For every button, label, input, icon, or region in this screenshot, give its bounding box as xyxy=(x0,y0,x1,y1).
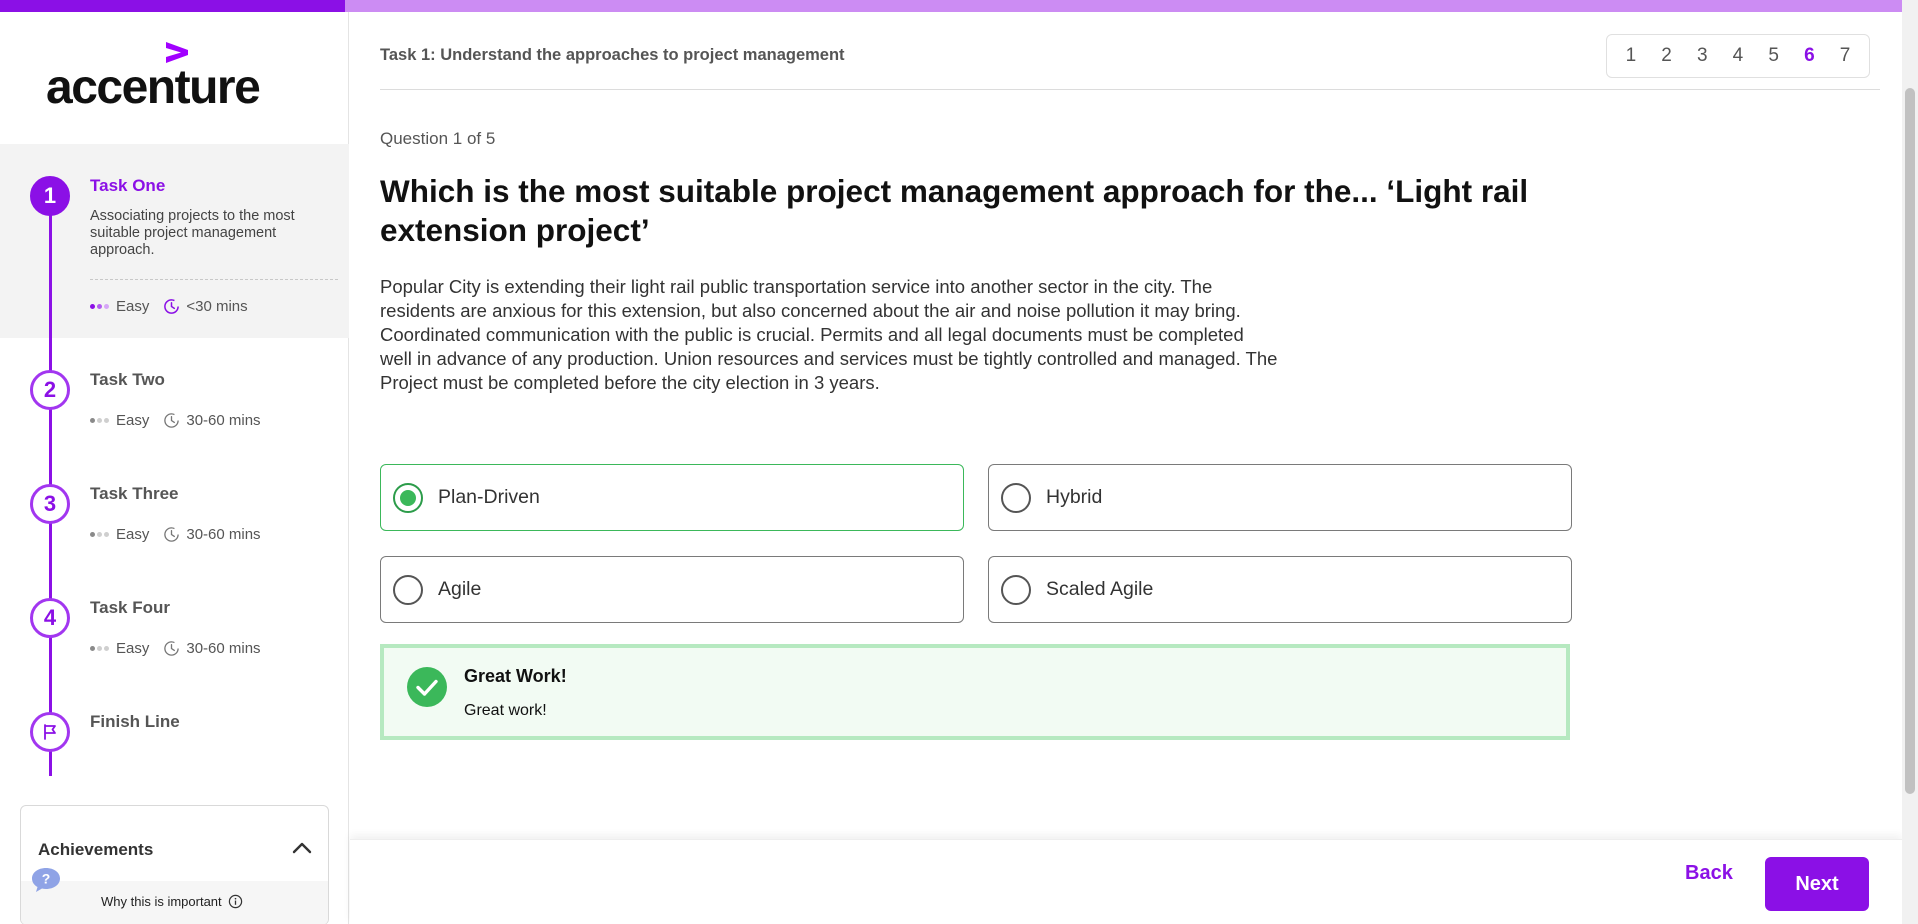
task-3-step-number[interactable]: 3 xyxy=(30,484,70,524)
radio-button[interactable] xyxy=(1001,574,1031,605)
feedback-title: Great Work! xyxy=(464,666,567,686)
answer-option-label: Scaled Agile xyxy=(1046,578,1154,600)
answer-option-label: Hybrid xyxy=(1046,486,1103,508)
course-progress-bar xyxy=(0,0,1918,12)
question-counter: Question 1 of 5 xyxy=(380,129,496,148)
task-two-difficulty: Easy xyxy=(116,412,150,429)
answer-option-label: Agile xyxy=(438,578,482,600)
answer-option-agile[interactable]: Agile xyxy=(380,556,964,623)
sidebar-item-task-four[interactable]: Task Four xyxy=(90,598,170,618)
difficulty-dots-icon xyxy=(90,646,109,651)
task-two-duration: 30-60 mins xyxy=(186,412,261,429)
scrollbar-thumb[interactable] xyxy=(1905,88,1915,794)
difficulty-dots-icon xyxy=(90,418,109,423)
achievements-panel: Achievements Why this is important xyxy=(20,805,329,924)
sidebar: accenture 1 Task One Associating project… xyxy=(0,12,349,924)
page-number-3[interactable]: 3 xyxy=(1697,45,1708,67)
task-four-meta: Easy 30-60 mins xyxy=(90,640,261,657)
difficulty-dots-icon xyxy=(90,532,109,537)
question-pager: 1 2 3 4 5 6 7 xyxy=(1606,34,1870,78)
radio-button[interactable] xyxy=(393,574,423,605)
page-number-5[interactable]: 5 xyxy=(1768,45,1779,67)
page-scrollbar[interactable] xyxy=(1902,0,1918,924)
header-divider xyxy=(380,89,1880,90)
task-divider xyxy=(90,279,338,280)
sidebar-item-task-two[interactable]: Task Two xyxy=(90,370,165,390)
sidebar-item-task-one[interactable]: Task One xyxy=(90,176,165,196)
accenture-logo: accenture xyxy=(46,42,266,120)
task-one-difficulty: Easy xyxy=(116,298,150,315)
check-circle-icon xyxy=(407,667,447,707)
timeline-line xyxy=(49,188,52,376)
back-button[interactable]: Back xyxy=(1685,862,1733,885)
why-important-label: Why this is important xyxy=(101,894,222,909)
answer-option-hybrid[interactable]: Hybrid xyxy=(988,464,1572,531)
footer-nav-bar: Back Next xyxy=(350,839,1902,924)
clock-icon xyxy=(164,413,180,428)
task-one-duration: <30 mins xyxy=(186,298,248,315)
question-title: Which is the most suitable project manag… xyxy=(380,173,1529,248)
task-4-step-number[interactable]: 4 xyxy=(30,598,70,638)
page-number-4[interactable]: 4 xyxy=(1733,45,1744,67)
clock-icon xyxy=(164,641,180,656)
task-four-duration: 30-60 mins xyxy=(186,640,261,657)
question-scenario: Popular City is extending their light ra… xyxy=(380,276,1278,393)
logo-wordmark: accenture xyxy=(46,61,261,114)
task-2-step-number[interactable]: 2 xyxy=(30,370,70,410)
task-1-step-number[interactable]: 1 xyxy=(30,176,70,216)
sidebar-item-finish-line[interactable]: Finish Line xyxy=(90,712,180,732)
feedback-panel: Great Work! Great work! xyxy=(380,644,1570,740)
page-number-2[interactable]: 2 xyxy=(1661,45,1672,67)
difficulty-dots-icon xyxy=(90,304,109,309)
task-three-difficulty: Easy xyxy=(116,526,150,543)
clock-icon xyxy=(164,527,180,542)
task-one-description: Associating projects to the most suitabl… xyxy=(90,208,295,258)
course-progress-fill xyxy=(0,0,346,12)
page-number-6[interactable]: 6 xyxy=(1804,45,1815,67)
radio-button[interactable] xyxy=(1001,482,1031,513)
answer-option-plan-driven[interactable]: Plan-Driven xyxy=(380,464,964,531)
finish-line-step[interactable] xyxy=(30,712,70,752)
help-chat-icon[interactable]: ? xyxy=(30,866,62,894)
task-three-duration: 30-60 mins xyxy=(186,526,261,543)
task-two-meta: Easy 30-60 mins xyxy=(90,412,261,429)
page-number-1[interactable]: 1 xyxy=(1626,45,1637,67)
feedback-message: Great work! xyxy=(464,702,547,719)
info-icon xyxy=(228,894,242,909)
answer-option-label: Plan-Driven xyxy=(438,486,540,508)
main-content: Task 1: Understand the approaches to pro… xyxy=(350,12,1902,924)
next-button[interactable]: Next xyxy=(1765,857,1869,911)
flag-icon xyxy=(44,724,56,740)
task-three-meta: Easy 30-60 mins xyxy=(90,526,261,543)
achievements-title: Achievements xyxy=(38,840,154,859)
chevron-up-icon[interactable] xyxy=(290,836,314,860)
why-important-link[interactable]: Why this is important xyxy=(101,894,243,909)
task-one-meta: Easy <30 mins xyxy=(90,298,248,315)
svg-text:?: ? xyxy=(42,871,51,887)
page-number-7[interactable]: 7 xyxy=(1840,45,1851,67)
sidebar-item-task-three[interactable]: Task Three xyxy=(90,484,179,504)
task-four-difficulty: Easy xyxy=(116,640,150,657)
breadcrumb: Task 1: Understand the approaches to pro… xyxy=(380,46,845,64)
radio-button[interactable] xyxy=(393,482,423,513)
answer-option-scaled-agile[interactable]: Scaled Agile xyxy=(988,556,1572,623)
clock-icon xyxy=(164,299,180,314)
